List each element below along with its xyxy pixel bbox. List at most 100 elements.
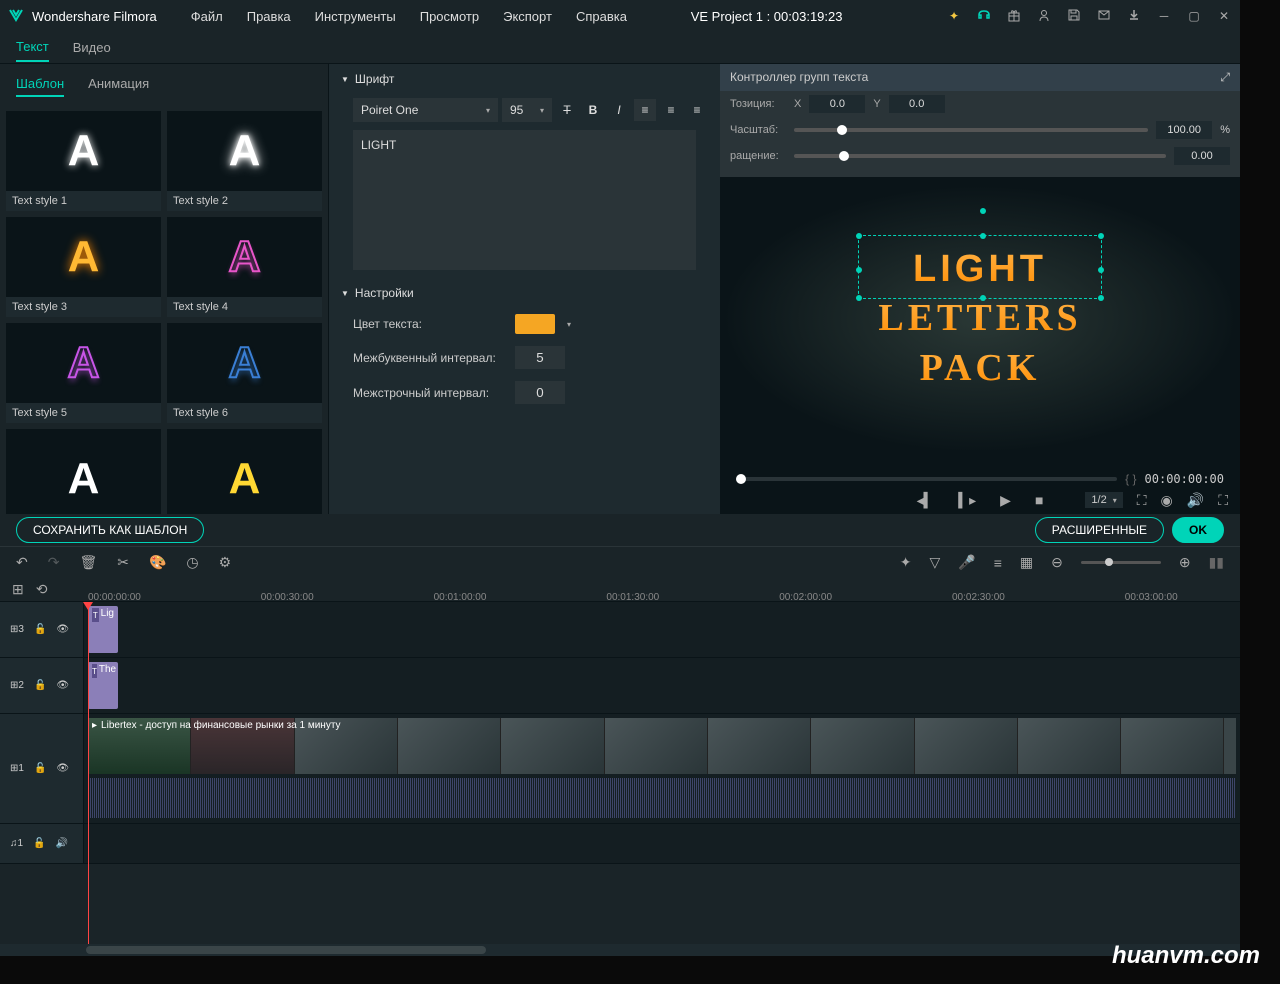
track-video-1: ⊞1🔓👁 ▸Libertex - доступ на финансовые ры… xyxy=(0,714,1240,824)
track-manage-icon[interactable]: ⊞ xyxy=(12,581,24,598)
account-icon[interactable] xyxy=(1036,8,1052,25)
strikethrough-button[interactable]: T xyxy=(556,99,578,121)
position-x-input[interactable] xyxy=(809,95,865,113)
speed-icon[interactable]: ◷ xyxy=(186,554,198,571)
align-right-button[interactable]: ≡ xyxy=(686,99,708,121)
style-item-2[interactable]: AText style 2 xyxy=(167,111,322,211)
text-content-input[interactable]: LIGHT xyxy=(353,130,696,270)
snapshot-icon[interactable]: ◉ xyxy=(1161,492,1173,509)
tips-icon[interactable]: ✦ xyxy=(946,9,962,23)
preview-zoom-select[interactable]: 1/2▾ xyxy=(1085,492,1122,508)
timeline-ruler[interactable]: ⊞ ⟲ 00:00:00:00 00:00:30:00 00:01:00:00 … xyxy=(0,578,1240,602)
settings-icon[interactable]: ⚙ xyxy=(219,554,232,571)
tab-text[interactable]: Текст xyxy=(16,33,49,62)
audio-waveform[interactable] xyxy=(88,778,1236,818)
prev-button[interactable]: ▍▸ xyxy=(958,492,976,509)
play-button[interactable]: ▶ xyxy=(1000,492,1011,509)
preview-line-1[interactable]: LIGHT xyxy=(878,245,1081,294)
italic-button[interactable]: I xyxy=(608,99,630,121)
shield-icon[interactable]: ▽ xyxy=(929,554,940,571)
volume-icon[interactable]: 🔊 xyxy=(1187,492,1204,509)
gift-icon[interactable] xyxy=(1006,8,1022,25)
preview-line-3[interactable]: PACK xyxy=(878,344,1081,393)
menu-edit[interactable]: Правка xyxy=(237,5,301,28)
lock-icon[interactable]: 🔓 xyxy=(33,838,45,849)
visibility-icon[interactable]: 👁 xyxy=(56,763,69,774)
color-dropdown-icon[interactable]: ▾ xyxy=(567,320,571,329)
scale-input[interactable] xyxy=(1156,121,1212,139)
subtab-template[interactable]: Шаблон xyxy=(16,72,64,97)
zoom-out-icon[interactable]: ⊖ xyxy=(1051,554,1063,571)
minimize-icon[interactable]: ─ xyxy=(1156,9,1172,23)
prev-frame-button[interactable]: ◂▍ xyxy=(917,492,935,509)
layout-icon[interactable]: ▦ xyxy=(1020,554,1033,571)
style-item-7[interactable]: A xyxy=(6,429,161,514)
align-left-button[interactable]: ≡ xyxy=(634,99,656,121)
save-as-template-button[interactable]: СОХРАНИТЬ КАК ШАБЛОН xyxy=(16,517,204,543)
line-spacing-input[interactable] xyxy=(515,381,565,404)
rotation-input[interactable] xyxy=(1174,147,1230,165)
marker-icon[interactable]: ✦ xyxy=(900,554,912,571)
close-icon[interactable]: ✕ xyxy=(1216,9,1232,23)
save-icon[interactable] xyxy=(1066,8,1082,25)
tab-video[interactable]: Видео xyxy=(73,34,111,61)
align-center-button[interactable]: ≡ xyxy=(660,99,682,121)
link-icon[interactable]: ⟲ xyxy=(36,581,48,598)
undo-icon[interactable]: ↶ xyxy=(16,554,28,571)
font-family-select[interactable]: Poiret One▾ xyxy=(353,98,498,122)
playback-slider[interactable] xyxy=(736,477,1117,481)
maximize-icon[interactable]: ▢ xyxy=(1186,9,1202,23)
font-section-header[interactable]: Шрифт xyxy=(329,64,720,94)
delete-icon[interactable]: 🗑 xyxy=(79,554,97,571)
cut-icon[interactable]: ✂ xyxy=(117,554,129,571)
lock-icon[interactable]: 🔓 xyxy=(34,763,46,774)
support-icon[interactable] xyxy=(976,7,992,26)
download-icon[interactable] xyxy=(1126,8,1142,25)
mixer-icon[interactable]: ≡ xyxy=(994,555,1002,571)
playhead[interactable] xyxy=(88,602,89,944)
font-size-select[interactable]: 95▾ xyxy=(502,98,552,122)
text-color-swatch[interactable] xyxy=(515,314,555,334)
stop-button[interactable]: ■ xyxy=(1035,492,1043,508)
style-item-4[interactable]: AText style 4 xyxy=(167,217,322,317)
redo-icon[interactable]: ↷ xyxy=(48,554,60,571)
rotation-slider[interactable] xyxy=(794,154,1166,158)
fullscreen-icon[interactable]: ⛶ xyxy=(1218,492,1228,509)
subtab-animation[interactable]: Анимация xyxy=(88,72,149,97)
bold-button[interactable]: B xyxy=(582,99,604,121)
style-item-1[interactable]: AText style 1 xyxy=(6,111,161,211)
mute-icon[interactable]: 🔊 xyxy=(56,838,68,849)
menu-tools[interactable]: Инструменты xyxy=(305,5,406,28)
timeline-scrollbar[interactable] xyxy=(0,944,1240,956)
settings-section-header[interactable]: Настройки xyxy=(329,278,720,308)
style-item-3[interactable]: AText style 3 xyxy=(6,217,161,317)
lock-icon[interactable]: 🔓 xyxy=(34,624,46,635)
color-icon[interactable]: 🎨 xyxy=(149,554,166,571)
style-item-5[interactable]: AText style 5 xyxy=(6,323,161,423)
display-icon[interactable]: ⛶ xyxy=(1137,492,1147,509)
clip-light[interactable]: TLig xyxy=(88,606,118,653)
clip-the[interactable]: TThe xyxy=(88,662,118,709)
collapse-icon[interactable]: ⤢ xyxy=(1220,70,1230,85)
menu-view[interactable]: Просмотр xyxy=(410,5,489,28)
visibility-icon[interactable]: 👁 xyxy=(56,680,69,691)
video-preview[interactable]: LIGHT LETTERS PACK xyxy=(720,184,1240,454)
zoom-in-icon[interactable]: ⊕ xyxy=(1179,554,1191,571)
menu-export[interactable]: Экспорт xyxy=(493,5,562,28)
style-item-8[interactable]: A xyxy=(167,429,322,514)
fit-icon[interactable]: ▮▮ xyxy=(1209,554,1224,571)
menu-file[interactable]: Файл xyxy=(181,5,233,28)
message-icon[interactable] xyxy=(1096,8,1112,25)
ok-button[interactable]: OK xyxy=(1172,517,1224,543)
lock-icon[interactable]: 🔓 xyxy=(34,680,46,691)
advanced-button[interactable]: РАСШИРЕННЫЕ xyxy=(1035,517,1164,543)
preview-line-2[interactable]: LETTERS xyxy=(878,294,1081,343)
timeline-zoom-slider[interactable] xyxy=(1081,561,1161,564)
mic-icon[interactable]: 🎤 xyxy=(958,554,975,571)
style-item-6[interactable]: AText style 6 xyxy=(167,323,322,423)
visibility-icon[interactable]: 👁 xyxy=(56,624,69,635)
menu-help[interactable]: Справка xyxy=(566,5,637,28)
position-y-input[interactable] xyxy=(889,95,945,113)
letter-spacing-input[interactable] xyxy=(515,346,565,369)
scale-slider[interactable] xyxy=(794,128,1148,132)
